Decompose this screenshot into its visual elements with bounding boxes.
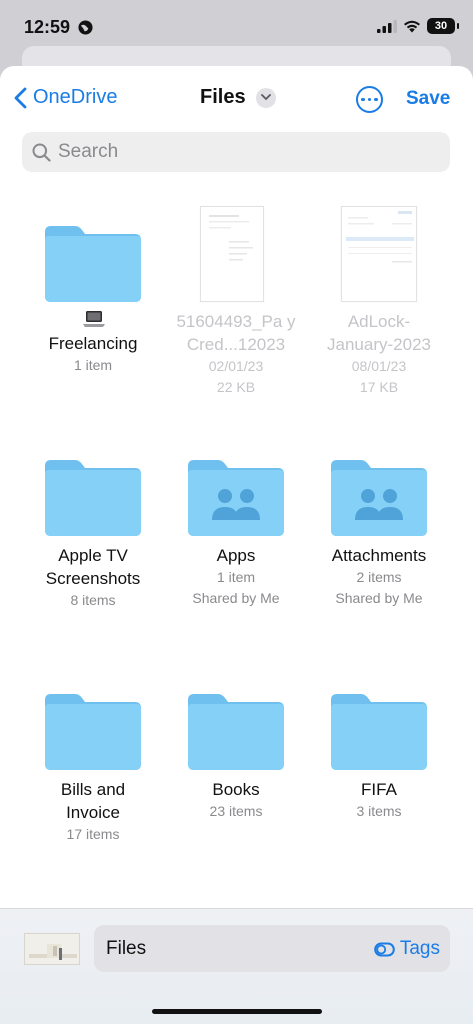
item-meta: 17 items [66,826,120,842]
file-item[interactable]: AdLock- January-2023 08/01/23 17 KB [299,206,459,406]
item-date: 02/01/23 [208,358,264,374]
folder-item[interactable]: FIFA 3 items [299,694,459,854]
save-button[interactable]: Save [406,88,450,110]
search-input[interactable] [58,141,428,163]
status-indicators: 30 [377,18,459,34]
invoice-preview-icon [346,211,414,263]
document-thumbnail [341,206,417,302]
status-time: 12:59 [24,17,71,37]
document-preview-icon [209,215,253,261]
location-field[interactable]: Files Tags [94,925,450,972]
folder-item[interactable]: Bills and Invoice 17 items [13,694,173,854]
location-globe-icon [78,20,93,35]
shared-folder-icon [331,460,427,536]
item-name: FIFA [361,780,397,799]
file-preview-thumbnail [24,933,80,965]
battery-icon: 30 [427,18,459,34]
item-name: Freelancing [48,334,138,353]
back-button-label: OneDrive [33,86,118,108]
folder-icon [45,694,141,770]
folder-icon [188,694,284,770]
item-meta: 1 item [216,569,256,585]
shared-folder-item[interactable]: Apps 1 item Shared by Me [156,460,316,620]
item-size: 17 KB [359,379,399,395]
item-date: 08/01/23 [351,358,407,374]
chevron-left-icon [14,87,27,108]
home-indicator [152,1009,322,1014]
document-thumbnail [200,206,264,302]
item-meta: 23 items [209,803,263,819]
folder-icon [331,694,427,770]
preview-image-icon [29,944,77,960]
folder-icon [45,460,141,536]
shared-folder-icon [188,460,284,536]
item-name: Books [212,780,260,799]
tags-button[interactable]: Tags [374,938,440,960]
file-item[interactable]: 51604493_Pa y Cred...12023 02/01/23 22 K… [156,206,316,406]
more-options-icon[interactable] [356,86,383,113]
title-menu[interactable]: Files [200,86,276,109]
cellular-signal-icon [377,19,397,33]
search-icon [32,143,51,162]
location-label: Files [106,938,147,959]
item-name: Apple TV Screenshots [45,546,141,588]
item-meta: 8 items [70,592,116,608]
item-size: 22 KB [216,379,256,395]
chevron-down-icon [255,87,276,108]
folder-icon [45,226,141,302]
file-browser-sheet: OneDrive Files Save Freelancing [0,66,473,1024]
wifi-icon [404,20,420,33]
page-title: Files [200,86,246,108]
search-bar[interactable] [22,132,450,172]
laptop-emoji-icon [83,311,105,327]
item-name: AdLock- January-2023 [327,312,431,354]
folder-item[interactable]: Books 23 items [156,694,316,854]
item-meta: 2 items [356,569,402,585]
shared-status: Shared by Me [192,590,280,606]
shared-status: Shared by Me [335,590,423,606]
item-name: 51604493_Pa y Cred...12023 [176,312,296,354]
navigation-bar: OneDrive Files Save [0,66,473,132]
item-name: Bills and Invoice [60,780,126,822]
item-meta: 3 items [356,803,402,819]
tag-icon [374,942,395,956]
folder-item[interactable]: Apple TV Screenshots 8 items [13,460,173,620]
item-meta: 1 item [73,357,113,373]
tags-label: Tags [399,938,440,959]
item-name: Apps [216,546,256,565]
folder-item[interactable]: Freelancing 1 item [13,226,173,386]
item-name: Attachments [331,546,427,565]
shared-folder-item[interactable]: Attachments 2 items Shared by Me [299,460,459,620]
bottom-toolbar: Files Tags [0,908,473,1024]
back-button[interactable]: OneDrive [14,86,117,109]
